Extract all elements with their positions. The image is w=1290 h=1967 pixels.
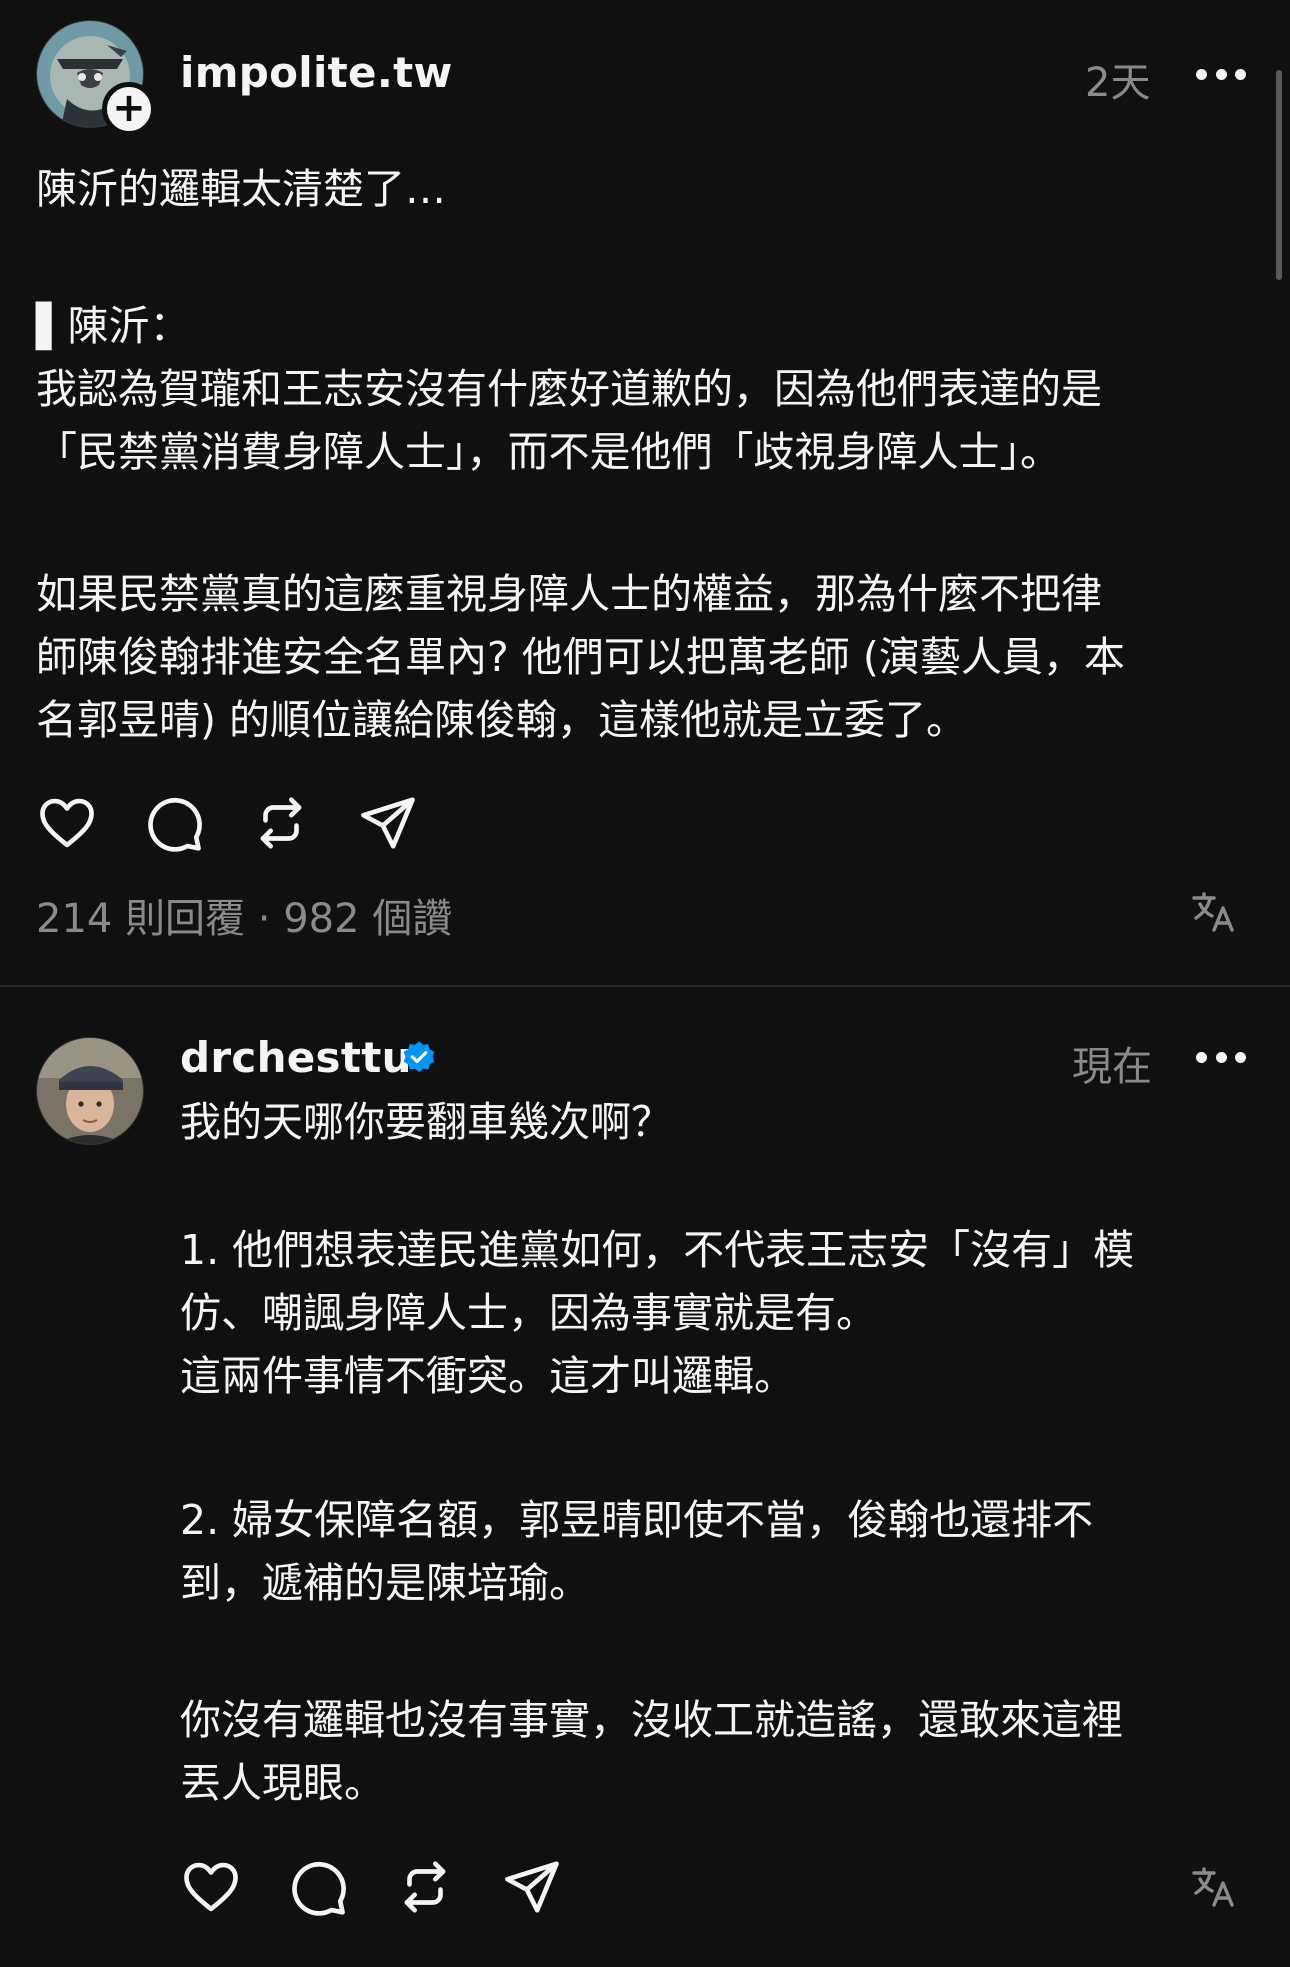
action-bar: [180, 1856, 608, 1918]
comment-icon[interactable]: [143, 792, 205, 854]
avatar[interactable]: [36, 1037, 144, 1145]
post-text-argument: 如果民禁黨真的這麼重視身障人士的權益，那為什麼不把律 師陳俊翰排進安全名單內? …: [36, 570, 1125, 744]
scrollbar[interactable]: [1276, 70, 1282, 280]
translate-icon[interactable]: [1190, 888, 1238, 936]
reply-text-opening: 我的天哪你要翻車幾次啊？: [180, 1098, 672, 1146]
timestamp: 2天: [1085, 60, 1151, 106]
more-icon[interactable]: [1196, 64, 1246, 84]
reply-post: drchesttu 現在 我的天哪你要翻車幾次啊？ 1. 他們想表達民進黨如何，…: [0, 987, 1290, 1967]
send-icon[interactable]: [357, 792, 419, 854]
translate-icon[interactable]: [1190, 1863, 1238, 1911]
username[interactable]: drchesttu: [180, 1033, 412, 1082]
action-bar: [36, 792, 464, 854]
post-text-intro: 陳沂的邏輯太清楚了…: [36, 165, 446, 213]
post-stats[interactable]: 214 則回覆 · 982 個讚: [36, 886, 452, 944]
username[interactable]: impolite.tw: [180, 48, 453, 97]
more-icon[interactable]: [1196, 1047, 1246, 1067]
reply-text-point-2: 2. 婦女保障名額，郭昱晴即使不當，俊翰也還排不 到，遞補的是陳培瑜。: [180, 1496, 1094, 1607]
timestamp: 現在: [1072, 1044, 1152, 1090]
heart-icon[interactable]: [180, 1856, 242, 1918]
send-icon[interactable]: [501, 1856, 563, 1918]
reply-text-point-1: 1. 他們想表達民進黨如何，不代表王志安「沒有」模 仿、嘲諷身障人士，因為事實就…: [180, 1226, 1135, 1400]
post-text-quote: ▌陳沂： 我認為賀瓏和王志安沒有什麼好道歉的，因為他們表達的是 「民禁黨消費身障…: [36, 302, 1102, 476]
heart-icon[interactable]: [36, 792, 98, 854]
repost-icon[interactable]: [250, 792, 312, 854]
repost-icon[interactable]: [394, 1856, 456, 1918]
verified-badge-icon: [400, 1039, 438, 1077]
follow-plus-icon[interactable]: +: [102, 82, 156, 136]
main-post: + impolite.tw 2天 陳沂的邏輯太清楚了… ▌陳沂： 我認為賀瓏和王…: [0, 0, 1290, 985]
reply-text-conclusion: 你沒有邏輯也沒有事實，沒收工就造謠，還敢來這裡 丟人現眼。: [180, 1696, 1123, 1807]
comment-icon[interactable]: [287, 1856, 349, 1918]
